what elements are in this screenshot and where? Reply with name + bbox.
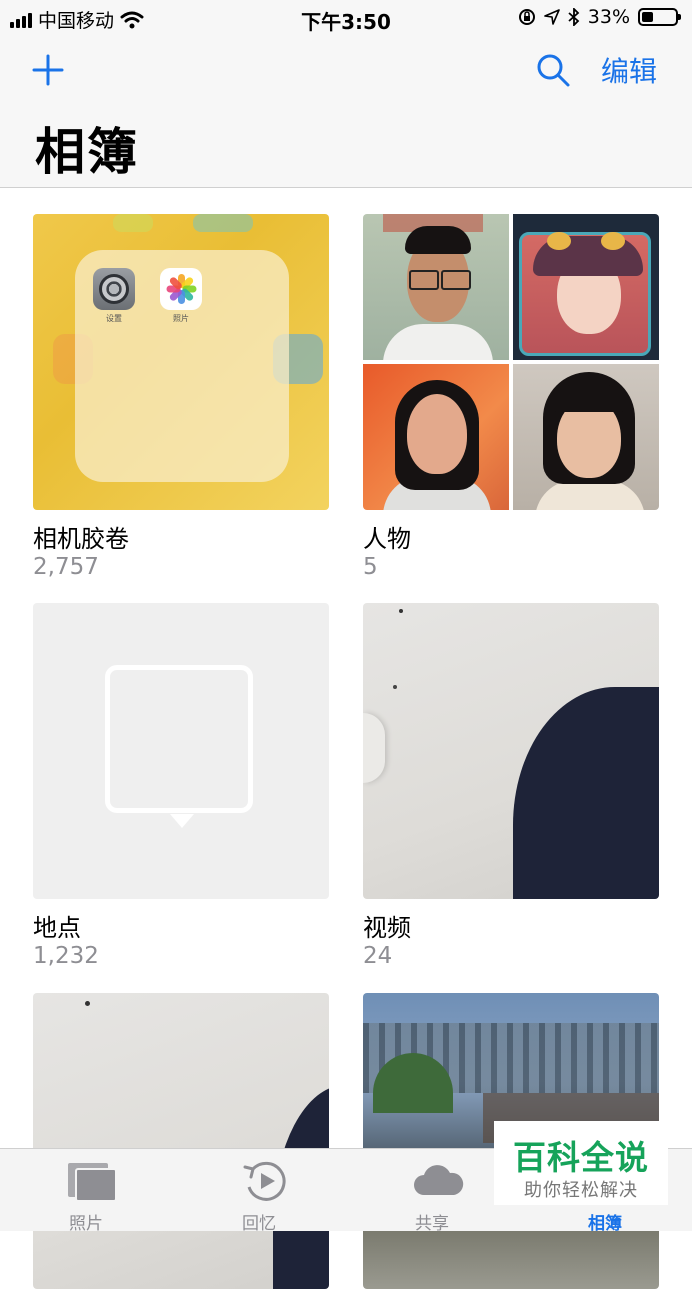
- person-thumbnail[interactable]: [513, 364, 659, 510]
- edit-button[interactable]: 编辑: [601, 50, 657, 90]
- album-thumbnail[interactable]: [33, 603, 329, 899]
- album-thumbnail[interactable]: [363, 214, 659, 510]
- nav-header: 编辑 相簿: [0, 36, 692, 188]
- memories-icon: [243, 1161, 286, 1201]
- person-thumbnail[interactable]: [363, 214, 509, 360]
- person-thumbnail[interactable]: [363, 364, 509, 510]
- page-title: 相簿: [35, 123, 139, 181]
- album-thumbnail[interactable]: [33, 993, 329, 1289]
- album-thumbnail[interactable]: [363, 603, 659, 899]
- album-title: 地点: [33, 914, 81, 942]
- add-album-icon[interactable]: [30, 52, 66, 88]
- cloud-icon: [414, 1165, 464, 1195]
- tab-memories[interactable]: 回忆: [199, 1149, 319, 1234]
- bluetooth-icon: [568, 8, 580, 26]
- settings-app-icon: [93, 268, 135, 310]
- album-title: 视频: [363, 914, 411, 942]
- battery-icon: [638, 8, 681, 26]
- tab-label: 共享: [415, 1214, 449, 1234]
- battery-percent: 33%: [587, 6, 630, 28]
- album-thumbnail[interactable]: 设置 照片: [33, 214, 329, 510]
- person-thumbnail[interactable]: [513, 214, 659, 360]
- app-label: 照片: [173, 314, 189, 323]
- tab-label: 相簿: [588, 1214, 622, 1234]
- watermark-title: 百科全说: [513, 1138, 649, 1177]
- app-label: 设置: [106, 314, 122, 323]
- album-item[interactable]: [33, 993, 329, 1289]
- map-pin-icon: [105, 665, 253, 828]
- photos-stack-icon: [68, 1163, 117, 1202]
- album-places[interactable]: 地点 1,232: [33, 603, 329, 969]
- watermark-logo: 百科全说 助你轻松解决: [494, 1121, 668, 1205]
- album-title: 人物: [363, 525, 411, 553]
- status-right: 33%: [518, 6, 681, 28]
- album-people[interactable]: 人物 5: [363, 214, 659, 580]
- album-videos[interactable]: 视频 24: [363, 603, 659, 969]
- album-count: 1,232: [33, 943, 99, 969]
- tab-shared[interactable]: 共享: [372, 1149, 492, 1234]
- album-camera-roll[interactable]: 设置 照片 相机胶卷 2,757: [33, 214, 329, 580]
- photos-app-icon: [160, 268, 202, 310]
- watermark-subtitle: 助你轻松解决: [524, 1180, 638, 1201]
- location-icon: [543, 9, 560, 25]
- status-bar: 中国移动 下午3:50 33%: [0, 0, 692, 36]
- album-title: 相机胶卷: [33, 525, 129, 553]
- orientation-lock-icon: [518, 9, 535, 25]
- tab-label: 回忆: [242, 1214, 276, 1234]
- album-count: 2,757: [33, 554, 99, 580]
- album-count: 24: [363, 943, 393, 969]
- tab-label: 照片: [69, 1214, 103, 1234]
- tab-photos[interactable]: 照片: [26, 1149, 146, 1234]
- search-icon[interactable]: [535, 52, 571, 88]
- album-count: 5: [363, 554, 378, 580]
